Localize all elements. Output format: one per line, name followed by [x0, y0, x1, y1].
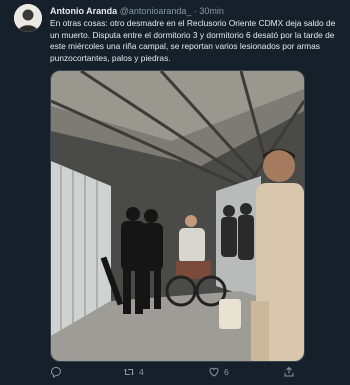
share-icon [283, 366, 295, 378]
share-button[interactable] [283, 366, 295, 378]
reply-button[interactable] [50, 366, 62, 378]
retweet-icon [123, 366, 135, 378]
tweet-photo[interactable] [50, 70, 305, 362]
avatar[interactable] [14, 4, 42, 32]
author-name[interactable]: Antonio Aranda [50, 6, 117, 16]
separator: · [193, 6, 197, 16]
tweet-header: Antonio Aranda @antonioaranda_ · 30min [50, 5, 224, 17]
reply-icon [50, 366, 62, 378]
tweet-actions: 4 6 [50, 366, 320, 380]
author-handle[interactable]: @antonioaranda_ [120, 6, 192, 16]
heart-icon [208, 366, 220, 378]
retweet-button[interactable]: 4 [123, 366, 144, 378]
timestamp[interactable]: 30min [199, 6, 224, 16]
tweet-text: En otras cosas: otro desmadre en el Recl… [50, 18, 336, 63]
retweet-count: 4 [139, 367, 144, 377]
tweet[interactable]: Antonio Aranda @antonioaranda_ · 30min E… [0, 0, 350, 385]
like-count: 6 [224, 367, 229, 377]
like-button[interactable]: 6 [208, 366, 229, 378]
